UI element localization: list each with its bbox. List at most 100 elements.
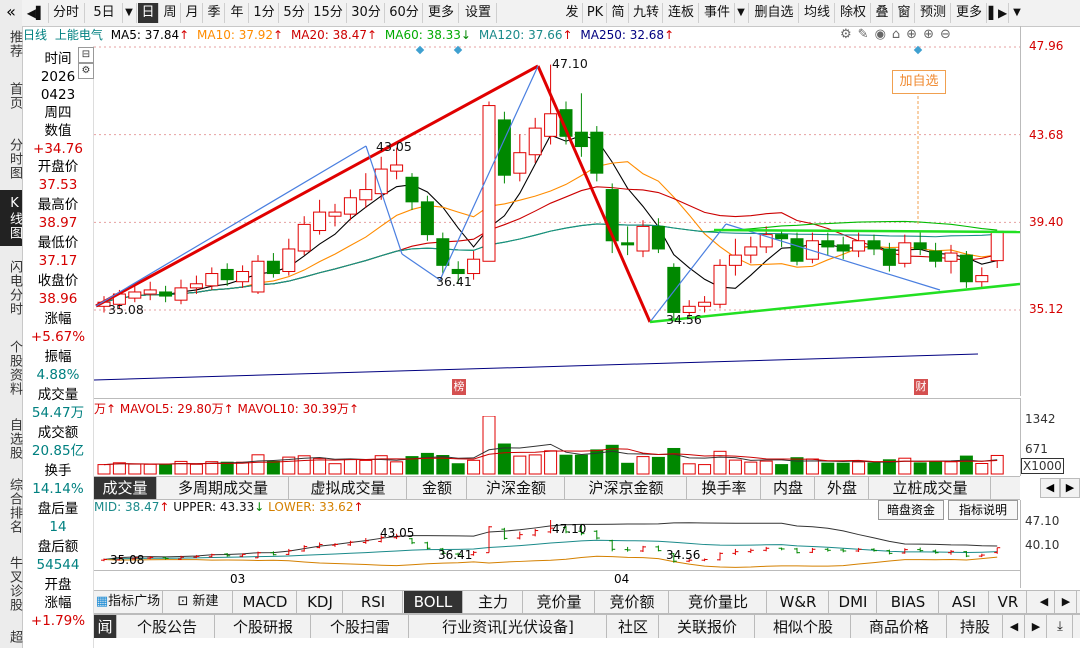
tool-nine-turn[interactable]: 九转 [630, 3, 663, 23]
tab-macd[interactable]: MACD [234, 591, 297, 613]
pen-icon[interactable]: ✎ [858, 27, 875, 42]
next-icon[interactable]: ▌▶ [988, 3, 1009, 23]
tab-risk-scan[interactable]: 个股扫雷 [312, 615, 409, 639]
tab-community[interactable]: 社区 [608, 615, 659, 639]
kline-chart[interactable] [94, 44, 1020, 396]
tool-1min[interactable]: 1分 [250, 3, 279, 23]
tool-overlay[interactable]: 叠 [872, 3, 893, 23]
tab-indicator-square[interactable]: ▦指标广场 [94, 591, 163, 613]
tab-holdings[interactable]: 持股 [948, 615, 1003, 639]
tab-news[interactable]: 闻 [94, 615, 117, 639]
tab-hsj-amount[interactable]: 沪深京金额 [566, 477, 687, 499]
hidden-fund-button[interactable]: 暗盘资金 [878, 500, 944, 520]
tab-kdj[interactable]: KDJ [298, 591, 343, 613]
tab-hs-amount[interactable]: 沪深金额 [468, 477, 565, 499]
finance-badge[interactable]: 财 [914, 379, 928, 395]
tab-auction-amount[interactable]: 竞价额 [596, 591, 669, 613]
tool-30min[interactable]: 30分 [348, 3, 385, 23]
nav-timeshare[interactable]: 分时图 [0, 130, 22, 188]
nav-flash-timeshare[interactable]: 闪电分时 [0, 252, 22, 324]
tool-week[interactable]: 周 [160, 3, 181, 23]
scroll-left-icon[interactable]: ◀ [1040, 478, 1060, 498]
nav-watchlist[interactable]: 自选股 [0, 410, 22, 468]
tab-research[interactable]: 个股研报 [216, 615, 311, 639]
tab-auction-ratio[interactable]: 竞价量比 [670, 591, 767, 613]
tab-commodity-price[interactable]: 商品价格 [852, 615, 947, 639]
tab-asi[interactable]: ASI [940, 591, 989, 613]
tool-15min[interactable]: 15分 [310, 3, 347, 23]
close-icon[interactable]: ⊖ [940, 27, 957, 42]
tool-simple[interactable]: 简 [608, 3, 629, 23]
tool-5day[interactable]: 5日 [86, 3, 123, 23]
tool-remove-watchlist[interactable]: 删自选 [750, 3, 799, 23]
chevron-down-icon[interactable]: ▼ [734, 3, 749, 23]
tool-fa[interactable]: 发 [562, 3, 583, 23]
tab-similar-stocks[interactable]: 相似个股 [756, 615, 851, 639]
tool-events[interactable]: 事件 [700, 3, 735, 23]
indicator-help-button[interactable]: 指标说明 [948, 500, 1018, 520]
nav-stock-profile[interactable]: 个股资料 [0, 332, 22, 404]
tool-window[interactable]: 窗 [894, 3, 915, 23]
chevron-down-icon[interactable]: ▼ [122, 3, 137, 23]
tab-multi-period-volume[interactable]: 多周期成交量 [158, 477, 289, 499]
tab-bias[interactable]: BIAS [878, 591, 939, 613]
tool-timeshare[interactable]: 分时 [48, 3, 85, 23]
add-icon[interactable]: ⊕ [906, 27, 923, 42]
tab-inner[interactable]: 内盘 [762, 477, 815, 499]
tool-pk[interactable]: PK [584, 3, 607, 23]
collapse-icon[interactable]: « [0, 2, 22, 21]
tool-settings[interactable]: 设置 [460, 3, 497, 23]
tool-ma-lines[interactable]: 均线 [800, 3, 835, 23]
nav-home[interactable]: 首页 [0, 76, 22, 116]
tool-60min[interactable]: 60分 [386, 3, 423, 23]
scroll-left-icon[interactable]: ◀ [1004, 615, 1025, 639]
tab-pile-volume[interactable]: 立桩成交量 [870, 477, 991, 499]
tab-industry-news[interactable]: 行业资讯[光伏设备] [410, 615, 607, 639]
tab-wr[interactable]: W&R [768, 591, 829, 613]
scroll-right-icon[interactable]: ▶ [1026, 615, 1047, 639]
tab-volume[interactable]: 成交量 [94, 477, 157, 499]
tab-dmi[interactable]: DMI [830, 591, 877, 613]
tool-forecast[interactable]: 预测 [916, 3, 951, 23]
tool-day[interactable]: 日 [138, 3, 159, 23]
tool-quarter[interactable]: 季 [204, 3, 225, 23]
nav-recommend[interactable]: 推荐 [0, 24, 22, 64]
nav-kline[interactable]: K线图 [0, 190, 22, 246]
tab-virtual-volume[interactable]: 虚拟成交量 [290, 477, 407, 499]
prev-icon[interactable]: ◀▌ [24, 3, 49, 23]
tool-month[interactable]: 月 [182, 3, 203, 23]
tab-boll[interactable]: BOLL [404, 591, 463, 613]
eye-icon[interactable]: ◉ [875, 27, 892, 42]
volume-chart[interactable] [94, 416, 1020, 476]
panel-toggle-icon[interactable]: ⊟ [78, 47, 94, 63]
add-watchlist-button[interactable]: 加自选 [892, 70, 946, 94]
tab-rsi[interactable]: RSI [344, 591, 403, 613]
tool-5min[interactable]: 5分 [280, 3, 309, 23]
settings-icon[interactable]: ⚙ [840, 27, 858, 42]
zoom-in-icon[interactable]: ⊕ [923, 27, 940, 42]
chevron-down-icon[interactable]: ▼ [1010, 3, 1024, 23]
scroll-left-icon[interactable]: ◀ [1034, 591, 1055, 613]
tool-year[interactable]: 年 [226, 3, 249, 23]
rank-badge[interactable]: 榜 [452, 379, 466, 395]
tab-related-quotes[interactable]: 关联报价 [660, 615, 755, 639]
scroll-right-icon[interactable]: ▶ [1060, 478, 1080, 498]
panel-settings-icon[interactable]: ⚙ [78, 63, 94, 79]
scroll-right-icon[interactable]: ▶ [1056, 591, 1077, 613]
tool-limit-up[interactable]: 连板 [664, 3, 699, 23]
nav-more[interactable]: 超 [0, 626, 22, 648]
tool-more[interactable]: 更多 [424, 3, 459, 23]
tab-outer[interactable]: 外盘 [816, 477, 869, 499]
tab-main-force[interactable]: 主力 [464, 591, 523, 613]
tab-amount[interactable]: 金额 [408, 477, 467, 499]
tab-auction-volume[interactable]: 竞价量 [524, 591, 595, 613]
tab-new-indicator[interactable]: ⊡ 新建 [164, 591, 233, 613]
nav-diagnosis[interactable]: 牛叉诊股 [0, 548, 22, 620]
lock-icon[interactable]: ⌂ [892, 27, 906, 42]
download-icon[interactable]: ⤓ [1048, 615, 1073, 639]
tab-announcements[interactable]: 个股公告 [120, 615, 215, 639]
tool-ex-rights[interactable]: 除权 [836, 3, 871, 23]
tab-vr[interactable]: VR [990, 591, 1027, 613]
tool-more-right[interactable]: 更多 [952, 3, 987, 23]
nav-ranking[interactable]: 综合排名 [0, 470, 22, 542]
